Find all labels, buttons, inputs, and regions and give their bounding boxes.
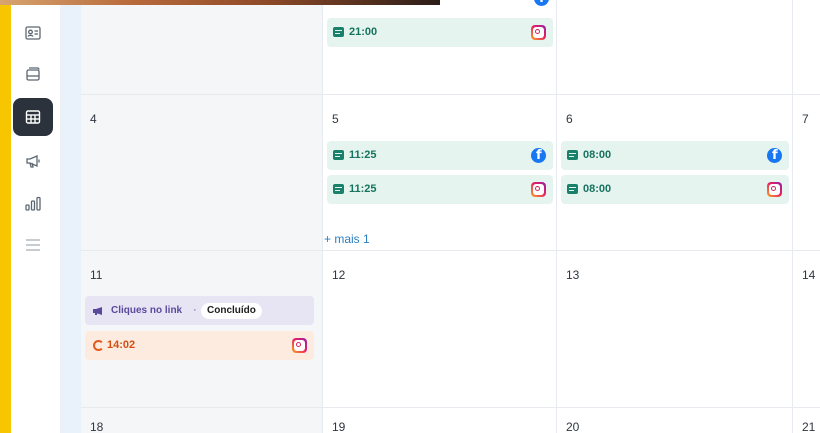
- post-icon: [567, 184, 578, 194]
- ad-label: Cliques no link: [111, 305, 183, 316]
- post-event[interactable]: 14:02: [85, 331, 314, 360]
- day-cell[interactable]: 6 08:00 08:00: [557, 95, 793, 251]
- menu-icon[interactable]: [13, 226, 53, 264]
- day-cell[interactable]: 21: [793, 408, 820, 433]
- post-event[interactable]: 08:00: [561, 141, 789, 170]
- sidebar: [11, 0, 61, 433]
- day-cell[interactable]: 5 11:25 11:25 + mais 1: [323, 95, 557, 251]
- day-cell[interactable]: 7: [793, 95, 820, 251]
- instagram-icon: [531, 182, 546, 197]
- accent-bar: [0, 0, 11, 433]
- day-cell[interactable]: 18: [81, 408, 323, 433]
- day-cell[interactable]: 12: [323, 251, 557, 408]
- week-gutter: [61, 0, 81, 433]
- app-frame: 21:00 4 5 11:25 11:25 + mais 1 6: [0, 0, 820, 433]
- post-event[interactable]: 11:25: [327, 175, 553, 204]
- layers-icon[interactable]: [13, 55, 53, 93]
- day-number: 14: [802, 268, 816, 282]
- day-number: 20: [566, 420, 580, 433]
- day-cell[interactable]: [793, 0, 820, 95]
- day-number: 5: [332, 112, 339, 126]
- post-icon: [333, 150, 344, 160]
- event-time: 08:00: [583, 183, 612, 195]
- facebook-icon: [531, 148, 546, 164]
- ad-event[interactable]: Cliques no link · Concluído: [85, 296, 314, 325]
- day-number: 4: [90, 112, 97, 126]
- day-cell[interactable]: 20: [557, 408, 793, 433]
- post-event[interactable]: 08:00: [561, 175, 789, 204]
- day-number: 19: [332, 420, 346, 433]
- day-cell[interactable]: 14: [793, 251, 820, 408]
- day-number: 6: [566, 112, 573, 126]
- day-number: 7: [802, 112, 809, 126]
- contact-card-icon[interactable]: [13, 14, 53, 52]
- status-badge: Concluído: [201, 303, 262, 319]
- day-cell[interactable]: [81, 0, 323, 95]
- post-event[interactable]: 11:25: [327, 141, 553, 170]
- calendar-grid: 21:00 4 5 11:25 11:25 + mais 1 6: [81, 0, 820, 433]
- day-cell[interactable]: 13: [557, 251, 793, 408]
- event-time: 08:00: [583, 149, 612, 161]
- event-time: 11:25: [349, 149, 377, 161]
- separator: ·: [193, 304, 197, 316]
- day-number: 18: [90, 420, 104, 433]
- bar-chart-icon[interactable]: [13, 185, 53, 223]
- post-icon: [333, 184, 344, 194]
- instagram-icon: [292, 338, 307, 353]
- megaphone-icon: [93, 307, 102, 315]
- more-events-link[interactable]: + mais 1: [324, 232, 370, 246]
- calendar-icon[interactable]: [13, 98, 53, 136]
- day-cell[interactable]: 21:00: [323, 0, 557, 95]
- event-time: 11:25: [349, 183, 377, 195]
- day-cell[interactable]: 4: [81, 95, 323, 251]
- day-number: 21: [802, 420, 816, 433]
- facebook-icon: [534, 0, 549, 7]
- event-time: 21:00: [349, 26, 378, 38]
- post-icon: [567, 150, 578, 160]
- day-number: 13: [566, 268, 580, 282]
- day-number: 12: [332, 268, 346, 282]
- post-event[interactable]: 21:00: [327, 18, 553, 47]
- instagram-icon: [767, 182, 782, 197]
- day-number: 11: [90, 268, 103, 282]
- post-icon: [333, 27, 344, 37]
- event-time: 14:02: [107, 339, 136, 351]
- instagram-icon: [531, 25, 546, 40]
- facebook-icon: [767, 148, 782, 164]
- day-cell[interactable]: [557, 0, 793, 95]
- megaphone-icon[interactable]: [13, 142, 53, 180]
- pending-icon: [93, 340, 104, 351]
- day-cell[interactable]: 11 Cliques no link · Concluído 14:02: [81, 251, 323, 408]
- day-cell[interactable]: 19: [323, 408, 557, 433]
- cover-image-strip: [0, 0, 440, 5]
